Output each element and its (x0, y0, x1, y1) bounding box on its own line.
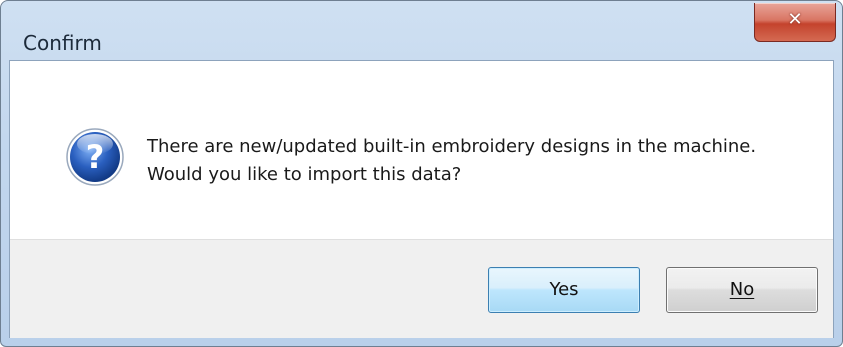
window-title: Confirm (23, 31, 102, 55)
no-button-label: No (729, 279, 755, 300)
no-button[interactable]: No (666, 267, 818, 313)
svg-text:?: ? (86, 138, 105, 176)
message-line-1: There are new/updated built-in embroider… (147, 136, 757, 157)
confirm-dialog-window: Confirm ✕ ? There are new/updated built-… (0, 0, 843, 347)
title-bar[interactable]: Confirm ✕ (1, 1, 842, 61)
close-icon: ✕ (787, 9, 803, 30)
message-line-2: Would you like to import this data? (147, 164, 462, 185)
question-icon: ? (66, 128, 124, 186)
message-area: ? There are new/updated built-in embroid… (10, 61, 833, 239)
yes-button[interactable]: Yes (488, 267, 640, 313)
close-button[interactable]: ✕ (754, 3, 836, 42)
yes-button-label: Yes (549, 279, 579, 300)
dialog-client-area: ? There are new/updated built-in embroid… (9, 60, 834, 338)
message-text: There are new/updated built-in embroider… (147, 133, 756, 189)
